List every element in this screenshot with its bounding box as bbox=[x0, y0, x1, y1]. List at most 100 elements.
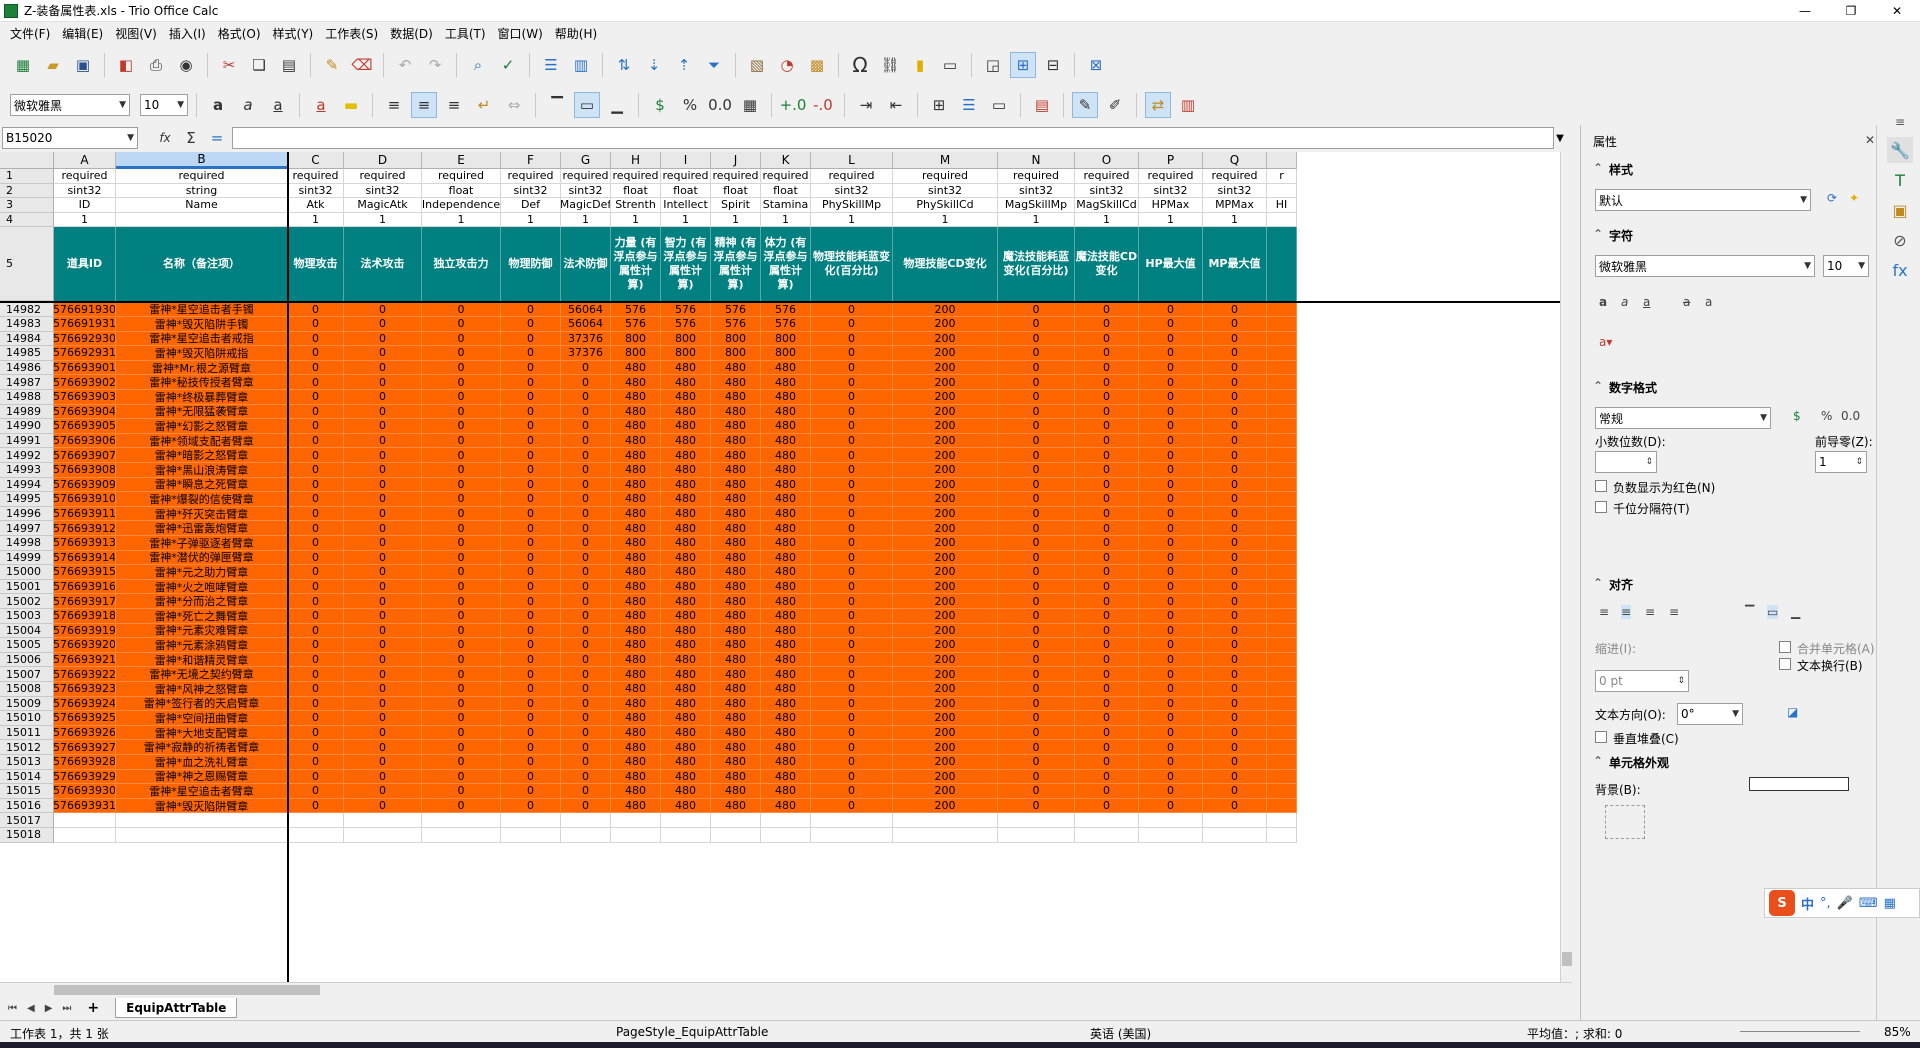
table-cell[interactable]: 0 bbox=[561, 360, 611, 376]
table-cell[interactable]: 0 bbox=[288, 594, 344, 609]
table-cell[interactable]: 0 bbox=[422, 419, 501, 434]
table-cell[interactable]: 0 bbox=[501, 331, 561, 347]
table-cell[interactable]: 0 bbox=[1139, 594, 1203, 609]
table-cell[interactable]: 0 bbox=[811, 331, 893, 347]
header-cell-type[interactable]: sint32 bbox=[561, 183, 611, 199]
table-cell[interactable]: 0 bbox=[1203, 594, 1267, 609]
table-cell[interactable]: 0 bbox=[422, 463, 501, 478]
number-format-select[interactable]: 常规 ▼ bbox=[1595, 407, 1771, 429]
ime-menu-icon[interactable]: ▦ bbox=[1884, 896, 1896, 911]
header-cell-req[interactable]: r bbox=[1267, 169, 1297, 184]
table-cell[interactable]: 0 bbox=[288, 302, 344, 317]
table-cell[interactable]: 0 bbox=[344, 506, 422, 522]
table-cell[interactable]: 480 bbox=[611, 565, 661, 580]
table-cell[interactable]: 480 bbox=[611, 623, 661, 639]
table-cell[interactable]: 200 bbox=[893, 594, 998, 609]
table-cell[interactable] bbox=[1267, 448, 1297, 463]
table-cell[interactable]: 200 bbox=[893, 769, 998, 785]
row-header[interactable]: 15000 bbox=[0, 565, 54, 580]
table-cell[interactable]: 480 bbox=[611, 536, 661, 551]
header-cell-field[interactable]: MagSkillCd bbox=[1075, 198, 1139, 213]
row-header[interactable]: 15003 bbox=[0, 609, 54, 624]
table-cell[interactable]: 0 bbox=[344, 375, 422, 390]
table-cell[interactable]: 0 bbox=[288, 331, 344, 347]
table-cell[interactable]: 雷神*火之咆哮臂章 bbox=[116, 579, 288, 595]
menu-item-7[interactable]: 数据(D) bbox=[384, 25, 439, 42]
table-cell[interactable]: 576693903 bbox=[54, 390, 116, 405]
table-cell[interactable]: 0 bbox=[344, 769, 422, 785]
table-cell[interactable]: 0 bbox=[811, 477, 893, 493]
table-cell[interactable]: 480 bbox=[761, 536, 811, 551]
row-header[interactable]: 15010 bbox=[0, 711, 54, 726]
freeze-rows-columns-icon[interactable]: ⊞ bbox=[1010, 52, 1036, 78]
table-cell[interactable]: 0 bbox=[561, 565, 611, 580]
table-cell[interactable]: 0 bbox=[422, 331, 501, 347]
table-cell[interactable]: 576693921 bbox=[54, 652, 116, 668]
table-cell[interactable] bbox=[1267, 346, 1297, 361]
table-cell[interactable]: 480 bbox=[611, 579, 661, 595]
table-cell[interactable]: 0 bbox=[811, 755, 893, 770]
table-cell[interactable]: 576693909 bbox=[54, 477, 116, 493]
table-cell[interactable]: 雷神*和谐精灵臂章 bbox=[116, 652, 288, 668]
table-cell[interactable]: 0 bbox=[422, 550, 501, 566]
table-cell[interactable]: 200 bbox=[893, 521, 998, 536]
row-header[interactable]: 14996 bbox=[0, 506, 54, 522]
table-cell[interactable]: 0 bbox=[288, 404, 344, 420]
table-cell[interactable]: 0 bbox=[288, 740, 344, 755]
table-cell[interactable]: 200 bbox=[893, 565, 998, 580]
table-cell[interactable]: 雷神*星空追击者手镯 bbox=[116, 302, 288, 317]
percent-icon[interactable]: % bbox=[1821, 409, 1832, 423]
table-cell[interactable]: 480 bbox=[661, 521, 711, 536]
table-cell[interactable] bbox=[422, 813, 501, 828]
header-cell-type[interactable]: sint32 bbox=[998, 183, 1075, 199]
header-cell-req[interactable]: required bbox=[1139, 169, 1203, 184]
table-cell[interactable]: 480 bbox=[761, 798, 811, 814]
table-cell[interactable]: 0 bbox=[288, 492, 344, 507]
table-cell[interactable]: 0 bbox=[1139, 579, 1203, 595]
table-cell[interactable]: 0 bbox=[1203, 769, 1267, 785]
gallery-deck-icon[interactable]: ▣ bbox=[1887, 197, 1913, 223]
table-cell[interactable]: 雷神*无境之契约臂章 bbox=[116, 667, 288, 682]
table-cell[interactable]: 0 bbox=[561, 638, 611, 653]
table-cell[interactable]: 576693915 bbox=[54, 565, 116, 580]
sidebar-italic-icon[interactable]: a bbox=[1621, 295, 1628, 309]
table-cell[interactable]: 480 bbox=[611, 521, 661, 536]
table-cell[interactable]: 0 bbox=[501, 682, 561, 697]
table-cell[interactable]: 200 bbox=[893, 638, 998, 653]
table-cell[interactable]: 0 bbox=[1139, 317, 1203, 332]
header-cell-req[interactable]: required bbox=[501, 169, 561, 184]
table-cell[interactable]: 0 bbox=[561, 711, 611, 726]
cut-icon[interactable]: ✂ bbox=[216, 52, 242, 78]
header-cell-field[interactable]: MPMax bbox=[1203, 198, 1267, 213]
sidebar-bold-icon[interactable]: a bbox=[1599, 295, 1607, 309]
table-cell[interactable]: 雷神*元素涂鸦臂章 bbox=[116, 638, 288, 653]
table-cell[interactable]: 576693929 bbox=[54, 769, 116, 785]
align-left-icon[interactable]: ≡ bbox=[381, 92, 407, 118]
table-cell[interactable]: 480 bbox=[761, 696, 811, 712]
row-header[interactable]: 14989 bbox=[0, 404, 54, 420]
table-cell[interactable]: 0 bbox=[998, 375, 1075, 390]
table-cell[interactable] bbox=[1075, 828, 1139, 843]
table-cell[interactable] bbox=[561, 828, 611, 843]
sidebar-font-select[interactable]: 微软雅黑 ▼ bbox=[1595, 255, 1815, 277]
close-icon[interactable]: ✕ bbox=[1874, 0, 1920, 22]
column-title[interactable]: 法术防御 bbox=[561, 227, 611, 302]
table-cell[interactable]: 雷神*秘技传授者臂章 bbox=[116, 375, 288, 390]
table-cell[interactable]: 0 bbox=[501, 506, 561, 522]
column-header-A[interactable]: A bbox=[54, 152, 116, 169]
table-cell[interactable]: 0 bbox=[288, 652, 344, 668]
find-replace-icon[interactable]: ⌕ bbox=[465, 52, 491, 78]
table-cell[interactable]: 0 bbox=[998, 755, 1075, 770]
table-cell[interactable]: 雷神*无限猛袭臂章 bbox=[116, 404, 288, 420]
table-cell[interactable]: 0 bbox=[1139, 536, 1203, 551]
table-cell[interactable]: 0 bbox=[1203, 492, 1267, 507]
table-cell[interactable]: 0 bbox=[422, 506, 501, 522]
split-window-icon[interactable]: ⊟ bbox=[1040, 52, 1066, 78]
table-cell[interactable] bbox=[1267, 302, 1297, 317]
table-cell[interactable]: 0 bbox=[561, 594, 611, 609]
table-cell[interactable]: 0 bbox=[1139, 404, 1203, 420]
table-cell[interactable] bbox=[1267, 375, 1297, 390]
highlight-color-icon[interactable]: ▬ bbox=[338, 92, 364, 118]
table-cell[interactable]: 0 bbox=[344, 652, 422, 668]
table-cell[interactable]: 480 bbox=[761, 579, 811, 595]
